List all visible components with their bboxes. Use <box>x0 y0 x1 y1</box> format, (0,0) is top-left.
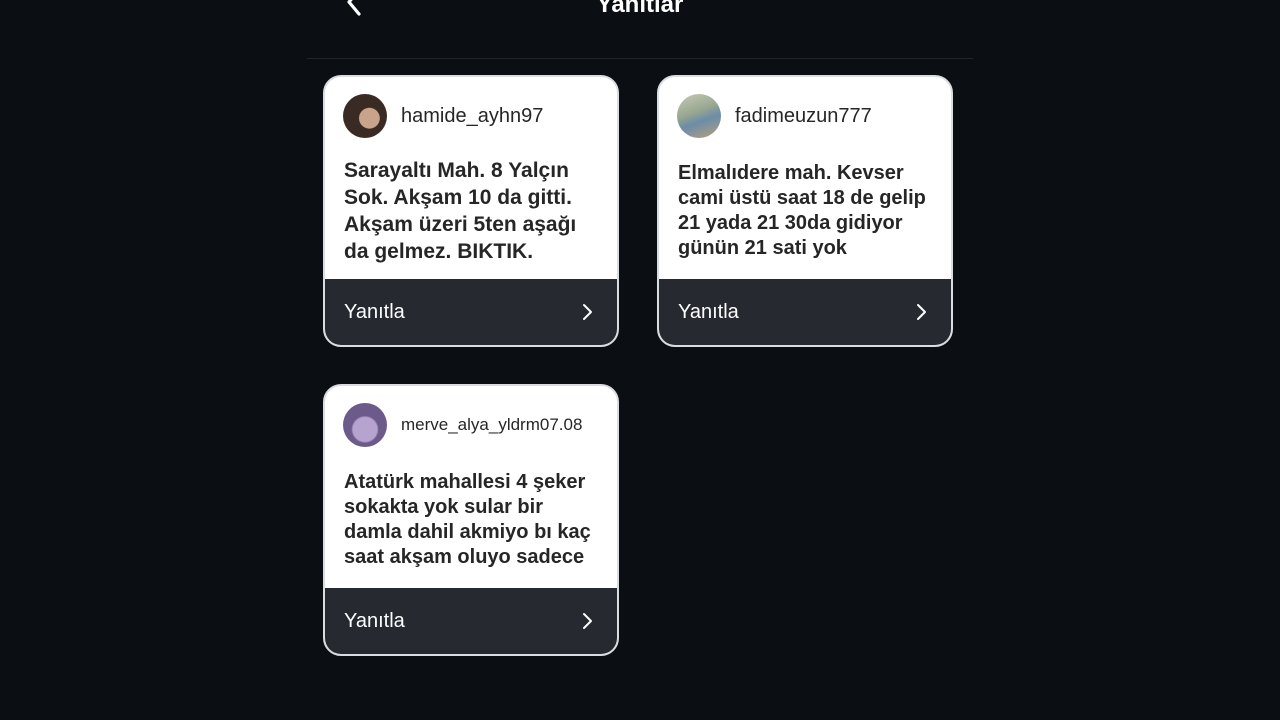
reply-author[interactable]: merve_alya_yldrm07.08 <box>343 402 605 448</box>
reply-button[interactable]: Yanıtla <box>325 279 617 345</box>
avatar[interactable] <box>677 94 721 138</box>
username[interactable]: fadimeuzun777 <box>735 105 872 128</box>
reply-text: Sarayaltı Mah. 8 Yalçın Sok. Akşam 10 da… <box>344 159 577 263</box>
username[interactable]: hamide_ayhn97 <box>401 105 543 128</box>
reply-text: Atatürk mahallesi 4 şeker sokakta yok su… <box>344 471 591 568</box>
avatar[interactable] <box>343 403 387 447</box>
username[interactable]: merve_alya_yldrm07.08 <box>401 415 582 435</box>
top-bar: Yanıtlar <box>307 0 973 59</box>
page-title: Yanıtlar <box>596 0 684 18</box>
chevron-right-icon <box>911 302 931 322</box>
reply-card: merve_alya_yldrm07.08 Atatürk mahallesi … <box>323 384 619 656</box>
chevron-right-icon <box>577 302 597 322</box>
reply-button-label: Yanıtla <box>678 300 739 323</box>
reply-card: hamide_ayhn97 Sarayaltı Mah. 8 Yalçın So… <box>323 75 619 347</box>
reply-card: fadimeuzun777 Elmalıdere mah. Kevser cam… <box>657 75 953 347</box>
replies-screen: Yanıtlar hamide_ayhn97 Sarayaltı Mah. 8 … <box>0 0 1280 720</box>
reply-text: Elmalıdere mah. Kevser cami üstü saat 18… <box>678 162 926 259</box>
reply-button[interactable]: Yanıtla <box>325 588 617 654</box>
reply-author[interactable]: fadimeuzun777 <box>677 93 939 139</box>
reply-author[interactable]: hamide_ayhn97 <box>343 93 605 139</box>
reply-button-label: Yanıtla <box>344 609 405 632</box>
reply-button[interactable]: Yanıtla <box>659 279 951 345</box>
avatar[interactable] <box>343 94 387 138</box>
reply-button-label: Yanıtla <box>344 300 405 323</box>
chevron-right-icon <box>577 611 597 631</box>
